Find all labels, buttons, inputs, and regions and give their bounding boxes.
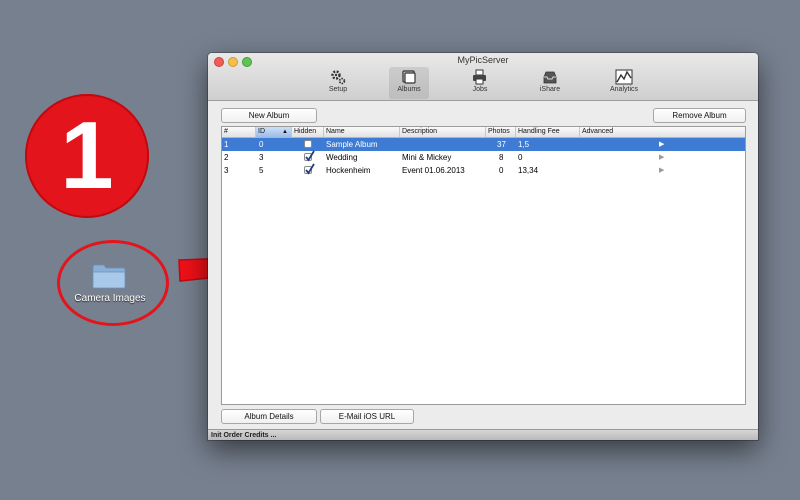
printer-icon: [473, 69, 486, 85]
album-details-button[interactable]: Album Details: [221, 409, 317, 424]
new-album-button[interactable]: New Album: [221, 108, 317, 123]
column-header-advanced[interactable]: Advanced: [580, 127, 745, 137]
toolbar-setup[interactable]: Setup: [318, 67, 358, 99]
row-number: 2: [224, 153, 229, 162]
row-number: 3: [224, 166, 229, 175]
column-header-id-label: ID: [258, 128, 265, 135]
hidden-checkbox[interactable]: [304, 150, 315, 162]
row-handling-fee: 13,34: [518, 166, 539, 175]
row-id: 5: [259, 166, 264, 175]
row-handling-fee: 0: [518, 153, 523, 162]
toolbar-jobs[interactable]: Jobs: [460, 67, 500, 99]
checkmark-icon: [305, 150, 315, 162]
column-header-name[interactable]: Name: [324, 127, 400, 137]
email-ios-url-button[interactable]: E-Mail iOS URL: [320, 409, 414, 424]
remove-album-button[interactable]: Remove Album: [653, 108, 746, 123]
row-photos: 8: [499, 153, 504, 162]
toolbar-analytics-label: Analytics: [609, 86, 638, 93]
row-id: 0: [259, 140, 264, 149]
row-name: Sample Album: [326, 140, 378, 149]
toolbar-ishare-label: iShare: [539, 86, 561, 93]
table-header: # ID ▲ Hidden Name Description Photos Ha…: [222, 127, 745, 138]
app-window: MyPicServer Setup Albums Jobs iShare Ana…: [208, 53, 758, 440]
step-number: 1: [60, 102, 114, 209]
table-row[interactable]: 3 5 Hockenheim Event 01.06.2013 0 13,34 …: [222, 163, 745, 177]
row-description: Mini & Mickey: [402, 153, 452, 162]
row-name: Wedding: [326, 153, 358, 162]
row-photos: 37: [497, 140, 506, 149]
toolbar-albums-label: Albums: [397, 86, 421, 93]
toolbar-albums[interactable]: Albums: [389, 67, 429, 99]
window-title: MyPicServer: [457, 55, 509, 65]
chart-icon: [615, 69, 633, 85]
hidden-checkbox[interactable]: [304, 140, 312, 148]
row-name: Hockenheim: [326, 166, 371, 175]
inbox-icon: [543, 71, 557, 84]
table-row[interactable]: 2 3 Wedding Mini & Mickey 8 0 ▶: [222, 150, 745, 164]
gear-icon: [331, 70, 346, 85]
column-header-hidden[interactable]: Hidden: [292, 127, 324, 137]
row-number: 1: [224, 140, 229, 149]
table-row[interactable]: 1 0 Sample Album 37 1,5 ▶: [222, 138, 745, 151]
column-header-id[interactable]: ID ▲: [256, 127, 292, 137]
sort-ascending-icon: ▲: [282, 129, 288, 135]
column-header-number[interactable]: #: [222, 127, 256, 137]
column-header-description[interactable]: Description: [400, 127, 486, 137]
advanced-disclosure-icon[interactable]: ▶: [659, 164, 664, 177]
row-handling-fee: 1,5: [518, 140, 530, 149]
row-id: 3: [259, 153, 264, 162]
advanced-disclosure-icon[interactable]: ▶: [659, 138, 664, 151]
folder-label: Camera Images: [74, 293, 146, 304]
toolbar-ishare[interactable]: iShare: [530, 67, 570, 99]
folder-icon[interactable]: [92, 263, 126, 289]
checkmark-icon: [305, 163, 315, 175]
toolbar-analytics[interactable]: Analytics: [604, 67, 644, 99]
hidden-checkbox[interactable]: [304, 163, 315, 175]
title-bar: MyPicServer Setup Albums Jobs iShare Ana…: [208, 53, 758, 101]
row-photos: 0: [499, 166, 504, 175]
status-bar: Init Order Credits ...: [208, 429, 758, 440]
step-number-badge: 1: [25, 94, 149, 218]
toolbar-setup-label: Setup: [328, 86, 348, 93]
albums-icon: [402, 70, 416, 84]
advanced-disclosure-icon[interactable]: ▶: [659, 151, 664, 164]
albums-table: # ID ▲ Hidden Name Description Photos Ha…: [221, 126, 746, 405]
column-header-handling-fee[interactable]: Handling Fee: [516, 127, 580, 137]
toolbar-jobs-label: Jobs: [472, 86, 488, 93]
column-header-photos[interactable]: Photos: [486, 127, 516, 137]
row-description: Event 01.06.2013: [402, 166, 465, 175]
